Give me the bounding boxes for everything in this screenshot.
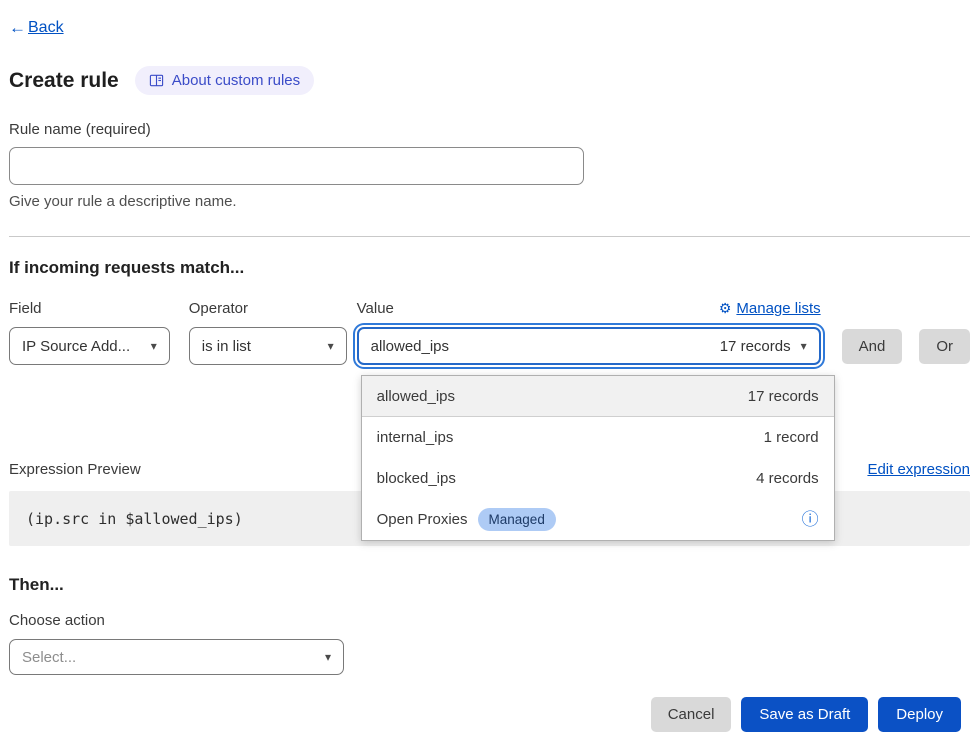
field-select-value: IP Source Add... xyxy=(22,338,130,355)
chevron-down-icon: ▾ xyxy=(325,650,331,664)
managed-badge: Managed xyxy=(478,508,556,531)
deploy-button[interactable]: Deploy xyxy=(878,697,961,732)
value-select-record-count: 17 records xyxy=(720,338,791,355)
list-item-name: Open Proxies xyxy=(377,511,468,528)
page-header: Create rule About custom rules xyxy=(9,66,970,95)
rule-name-label: Rule name (required) xyxy=(9,121,970,138)
section-divider xyxy=(9,236,970,237)
list-item-record-count: 1 record xyxy=(764,429,819,446)
page-title: Create rule xyxy=(9,69,119,93)
action-select[interactable]: Select... ▾ xyxy=(9,639,344,675)
expression-preview-label: Expression Preview xyxy=(9,461,141,478)
field-label: Field xyxy=(9,300,170,317)
chevron-down-icon: ▾ xyxy=(801,339,807,353)
expression-code: (ip.src in $allowed_ips) xyxy=(26,510,243,528)
list-item-blocked-ips[interactable]: blocked_ips 4 records xyxy=(362,458,834,499)
chevron-down-icon: ▾ xyxy=(151,339,157,353)
gear-icon: ⚙ xyxy=(719,300,732,317)
choose-action-label: Choose action xyxy=(9,612,970,629)
rule-name-input[interactable] xyxy=(9,147,584,185)
list-item-record-count: 4 records xyxy=(756,470,819,487)
match-section-heading: If incoming requests match... xyxy=(9,258,970,278)
manage-lists-label: Manage lists xyxy=(736,300,820,317)
or-button[interactable]: Or xyxy=(919,329,970,364)
value-select-value: allowed_ips xyxy=(371,338,449,355)
back-link[interactable]: ←Back xyxy=(9,18,64,38)
cancel-button[interactable]: Cancel xyxy=(651,697,732,732)
back-link-label: Back xyxy=(28,19,64,37)
manage-lists-link[interactable]: ⚙ Manage lists xyxy=(719,300,821,317)
list-item-name: internal_ips xyxy=(377,429,454,446)
footer-actions: Cancel Save as Draft Deploy xyxy=(9,697,970,732)
chevron-down-icon: ▾ xyxy=(328,339,334,353)
operator-select-value: is in list xyxy=(202,338,251,355)
then-section-heading: Then... xyxy=(9,575,970,595)
info-icon[interactable]: ⓘ xyxy=(802,511,819,528)
save-as-draft-button[interactable]: Save as Draft xyxy=(741,697,868,732)
and-button[interactable]: And xyxy=(842,329,903,364)
operator-label: Operator xyxy=(189,300,347,317)
condition-row: Field IP Source Add... ▾ Operator is in … xyxy=(9,300,970,365)
list-item-allowed-ips[interactable]: allowed_ips 17 records xyxy=(362,376,834,417)
list-item-name: allowed_ips xyxy=(377,388,455,405)
book-icon xyxy=(149,73,164,88)
value-select[interactable]: allowed_ips 17 records ▾ xyxy=(357,327,821,365)
edit-expression-link[interactable]: Edit expression xyxy=(867,461,970,478)
list-item-open-proxies[interactable]: Open Proxies Managed ⓘ xyxy=(362,499,834,540)
operator-select[interactable]: is in list ▾ xyxy=(189,327,347,365)
action-select-placeholder: Select... xyxy=(22,649,76,666)
about-custom-rules-link[interactable]: About custom rules xyxy=(135,66,314,95)
list-item-internal-ips[interactable]: internal_ips 1 record xyxy=(362,417,834,458)
list-item-name: blocked_ips xyxy=(377,470,456,487)
about-custom-rules-label: About custom rules xyxy=(172,72,300,89)
value-label: Value xyxy=(357,300,394,317)
field-select[interactable]: IP Source Add... ▾ xyxy=(9,327,170,365)
rule-name-helper: Give your rule a descriptive name. xyxy=(9,193,970,210)
list-item-record-count: 17 records xyxy=(748,388,819,405)
back-arrow-icon: ← xyxy=(9,18,26,38)
value-dropdown-panel: allowed_ips 17 records internal_ips 1 re… xyxy=(361,375,835,541)
